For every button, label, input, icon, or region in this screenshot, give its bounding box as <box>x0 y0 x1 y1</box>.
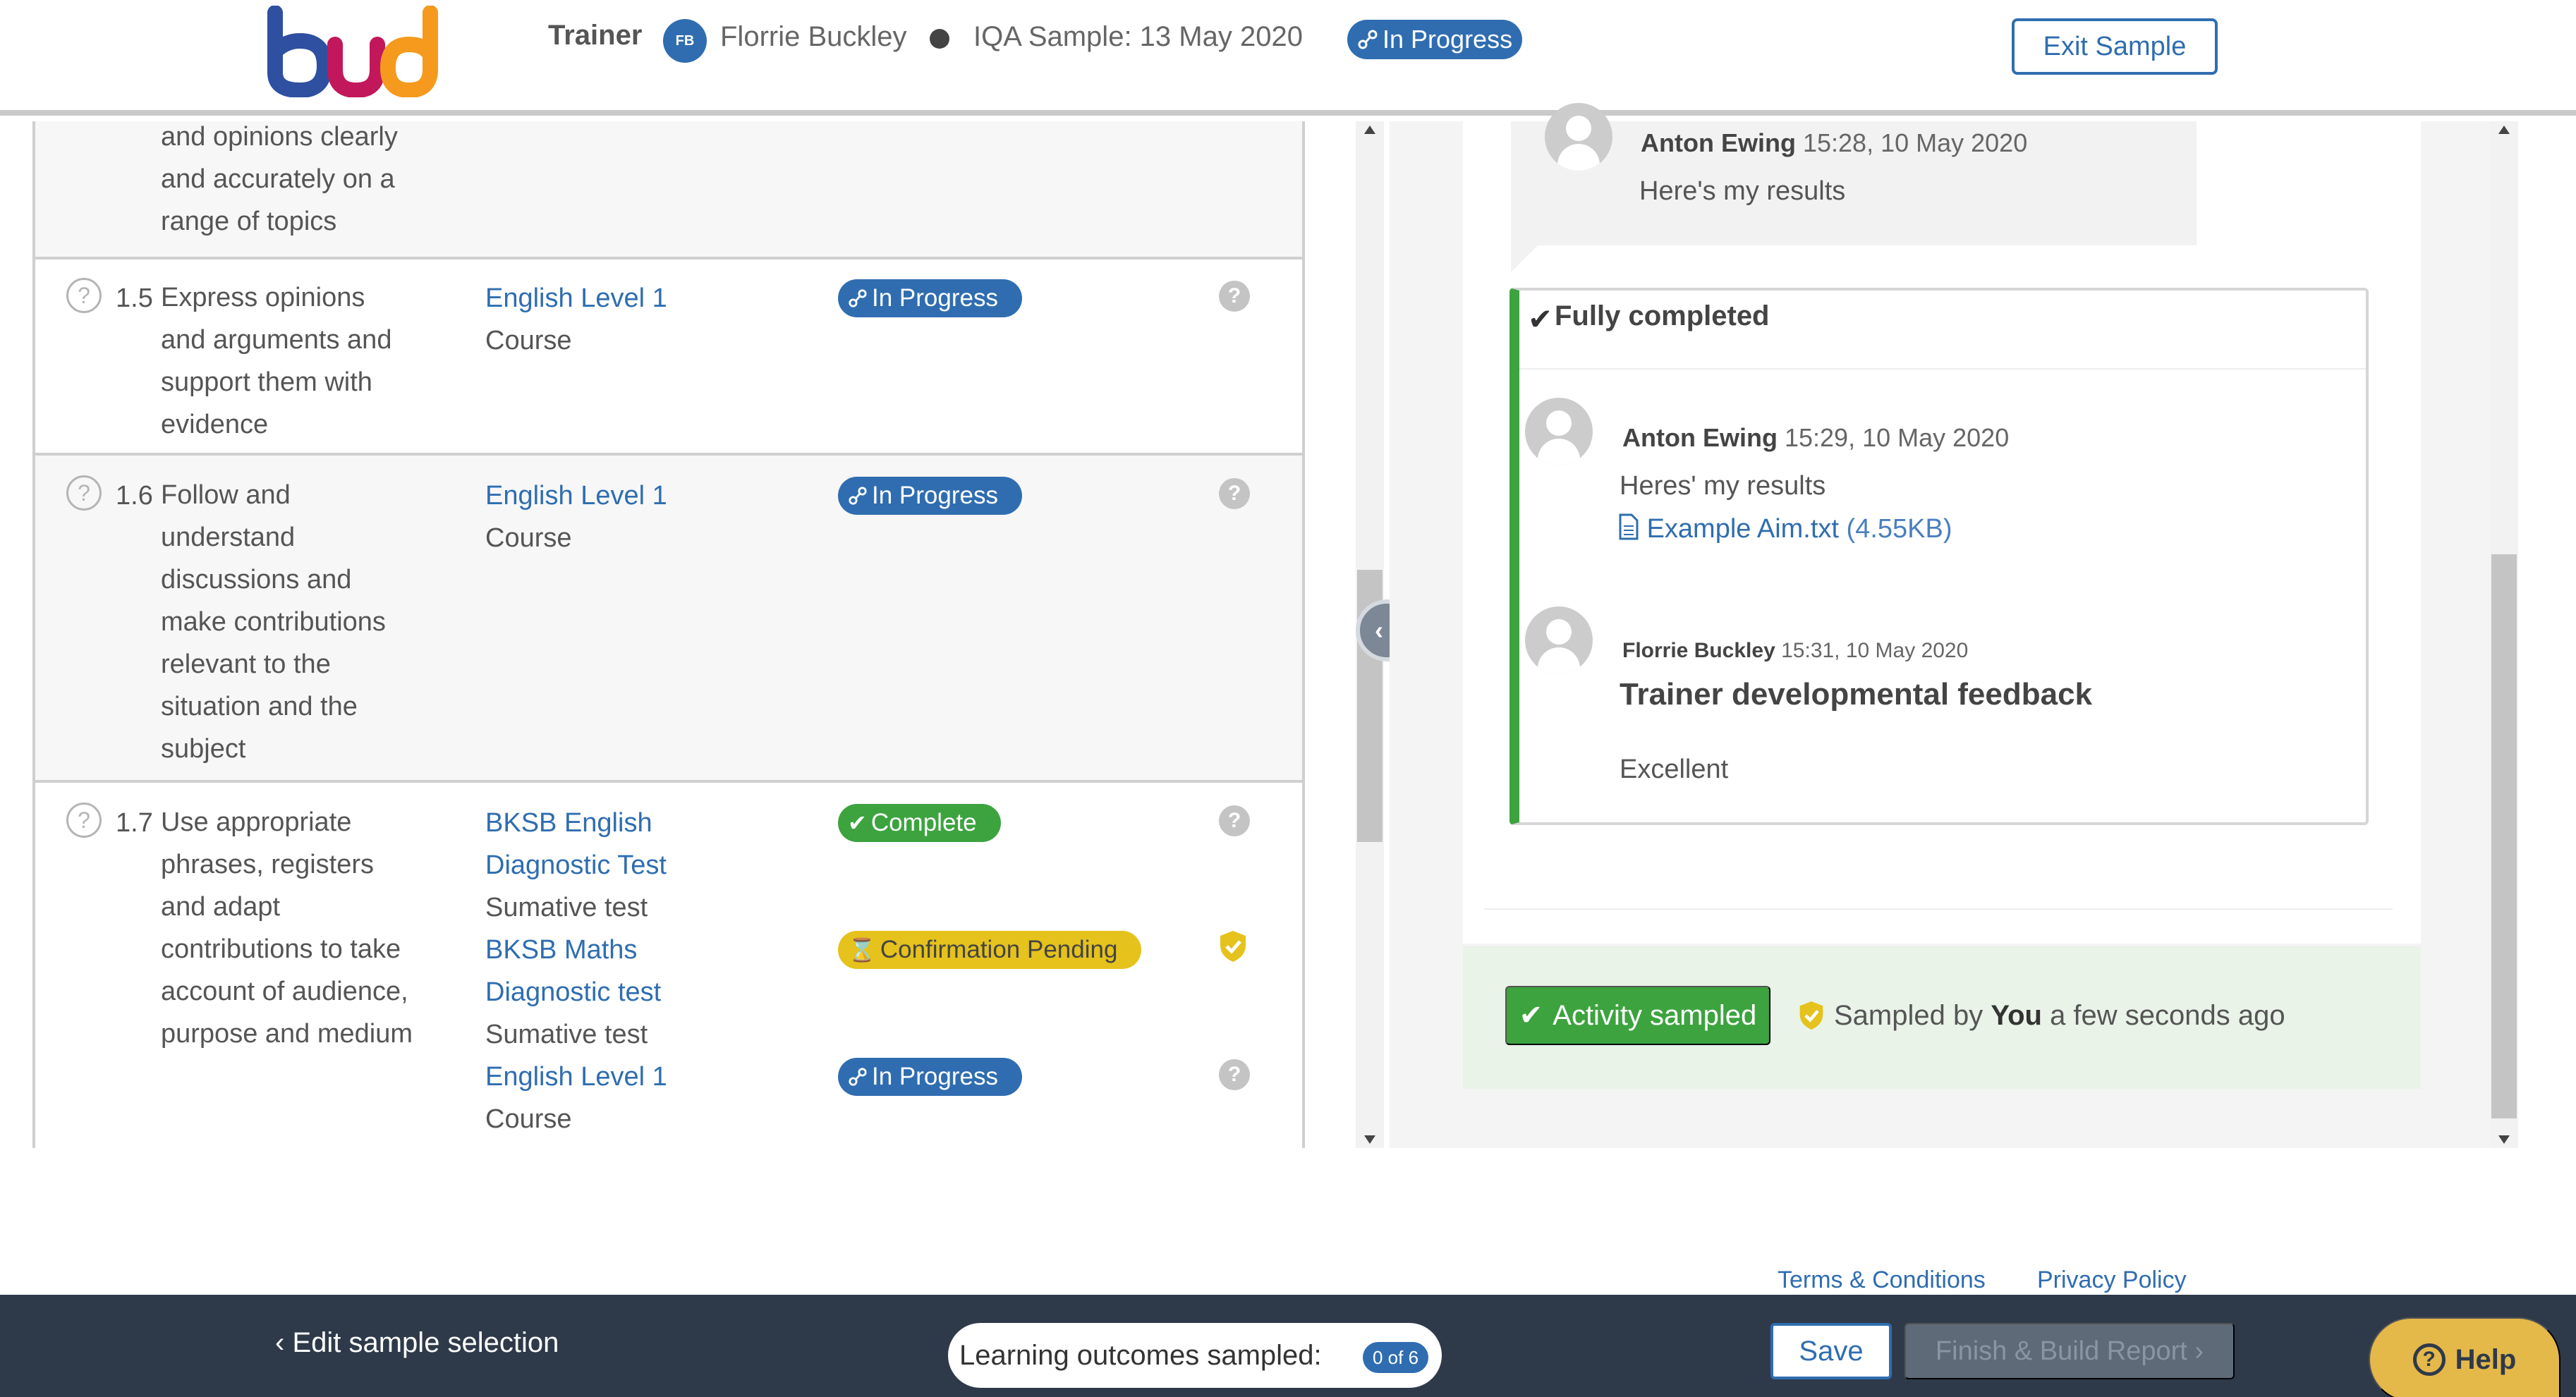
completed-title: Fully completed <box>1555 300 1770 331</box>
activity-status-badge: ✔ Complete <box>838 804 1001 842</box>
activity-link[interactable]: English Level 1 <box>485 481 667 511</box>
scroll-up-arrow-icon[interactable] <box>2498 126 2510 134</box>
outcome-number: 1.7 <box>116 808 153 838</box>
outcome-number: 1.6 <box>116 481 153 511</box>
finish-build-report-button[interactable]: Finish & Build Report › <box>1904 1323 2235 1379</box>
divider <box>1484 908 2393 910</box>
save-button[interactable]: Save <box>1770 1323 1892 1379</box>
activity-link[interactable]: Diagnostic Test <box>485 850 667 881</box>
edit-sample-selection-link[interactable]: ‹ Edit sample selection <box>275 1327 559 1359</box>
message-author: Anton Ewing 15:29, 10 May 2020 <box>1622 423 2010 452</box>
privacy-link[interactable]: Privacy Policy <box>2037 1267 2187 1294</box>
question-circle-icon: ? <box>2412 1343 2446 1376</box>
outcome-number: 1.5 <box>116 283 153 313</box>
table-row: ? 1.5 Express opinions and arguments and… <box>35 260 1302 453</box>
help-circle-icon[interactable]: ? <box>1219 805 1250 836</box>
outcomes-table: and opinions clearly and accurately on a… <box>32 121 1305 1148</box>
header-role: Trainer <box>548 20 643 51</box>
user-avatar-icon <box>1525 606 1593 674</box>
shield-check-icon <box>1799 1001 1823 1030</box>
message-text: Heres' my results <box>1620 471 1826 501</box>
help-circle-icon[interactable]: ? <box>1219 1059 1250 1090</box>
chevron-left-icon: ‹ <box>275 1327 285 1358</box>
help-circle-icon[interactable]: ? <box>1219 478 1250 509</box>
outcomes-sampled-label: Learning outcomes sampled: <box>959 1340 1322 1371</box>
activity-link[interactable]: BKSB Maths <box>485 935 637 965</box>
activity-type: Sumative test <box>485 1020 648 1049</box>
message-author: Anton Ewing 15:28, 10 May 2020 <box>1641 128 2028 157</box>
question-circle-icon[interactable]: ? <box>66 278 102 313</box>
outcome-description: Express opinions and arguments and suppo… <box>161 283 392 439</box>
shield-check-icon <box>1220 931 1246 962</box>
user-avatar-icon <box>1525 398 1593 465</box>
scroll-down-arrow-icon[interactable] <box>2498 1135 2510 1144</box>
header-status-badge: In Progress <box>1347 20 1523 59</box>
outcome-description: Follow and understand discussions and ma… <box>161 480 386 764</box>
scroll-down-arrow-icon[interactable] <box>1364 1135 1375 1144</box>
top-header: Trainer FB Florrie Buckley IQA Sample: 1… <box>0 0 2576 116</box>
bud-logo <box>267 6 438 97</box>
scrollbar-thumb[interactable] <box>2491 554 2517 1118</box>
check-icon: ✔ <box>848 810 867 836</box>
activity-link[interactable]: Diagnostic test <box>485 977 661 1008</box>
hourglass-icon: ⌛ <box>848 937 876 963</box>
table-row: ? 1.6 Follow and understand discussions … <box>35 456 1302 780</box>
activity-link[interactable]: English Level 1 <box>485 1062 667 1092</box>
progress-icon <box>1358 30 1378 49</box>
activity-link[interactable]: English Level 1 <box>485 283 667 314</box>
completed-header: ✔ Fully completed <box>1519 291 2366 370</box>
fully-completed-box: ✔ Fully completed <box>1509 288 2369 825</box>
file-icon <box>1619 513 1639 540</box>
outcome-description: and opinions clearly and accurately on a… <box>161 122 398 236</box>
check-icon: ✔ <box>1519 1000 1543 1031</box>
feedback-title: Trainer developmental feedback <box>1620 677 2093 712</box>
sampled-by-text: Sampled by You a few seconds ago <box>1834 1000 2285 1031</box>
activity-status-badge: In Progress <box>838 477 1022 515</box>
question-circle-icon[interactable]: ? <box>66 475 102 511</box>
table-row: and opinions clearly and accurately on a… <box>35 121 1302 257</box>
progress-icon <box>849 1068 867 1086</box>
activity-type: Course <box>485 523 572 553</box>
outcome-description: Use appropriate phrases, registers and a… <box>161 807 413 1049</box>
activity-status-badge: ⌛ Confirmation Pending <box>838 931 1142 969</box>
header-user-name: Florrie Buckley <box>720 21 907 52</box>
exit-sample-button[interactable]: Exit Sample <box>2012 18 2218 75</box>
activity-status-badge: In Progress <box>838 1058 1022 1096</box>
message-text: Here's my results <box>1639 176 1846 206</box>
activity-status-badge: In Progress <box>838 279 1022 317</box>
message-author: Florrie Buckley 15:31, 10 May 2020 <box>1622 639 1969 662</box>
activity-sampled-button[interactable]: ✔ Activity sampled <box>1505 986 1770 1045</box>
help-button[interactable]: ? Help <box>2369 1317 2560 1397</box>
terms-link[interactable]: Terms & Conditions <box>1778 1267 1986 1294</box>
activity-type: Sumative test <box>485 893 648 922</box>
help-circle-icon[interactable]: ? <box>1219 281 1250 312</box>
question-circle-icon[interactable]: ? <box>66 803 102 838</box>
activity-type: Course <box>485 326 572 355</box>
scroll-up-arrow-icon[interactable] <box>1364 126 1375 134</box>
header-status-text: In Progress <box>1383 25 1513 54</box>
check-icon: ✔ <box>1528 303 1553 336</box>
activity-link[interactable]: BKSB English <box>485 808 652 838</box>
progress-icon <box>849 289 867 307</box>
bubble-tail <box>1511 244 1539 272</box>
feedback-text: Excellent <box>1620 755 1729 784</box>
separator-dot <box>930 29 949 49</box>
progress-icon <box>849 487 867 505</box>
outcomes-sampled-count: 0 of 6 <box>1363 1342 1429 1373</box>
user-avatar: FB <box>663 19 707 63</box>
header-sample-label: IQA Sample: 13 May 2020 <box>973 21 1303 52</box>
right-scrollbar[interactable] <box>2490 121 2518 1148</box>
user-avatar-icon <box>1545 103 1612 171</box>
attachment-link[interactable]: Example Aim.txt (4.55KB) <box>1618 513 1952 544</box>
table-row: ? 1.7 Use appropriate phrases, registers… <box>35 783 1302 1148</box>
chevron-right-icon: › <box>2194 1336 2204 1366</box>
activity-type: Course <box>485 1104 572 1134</box>
